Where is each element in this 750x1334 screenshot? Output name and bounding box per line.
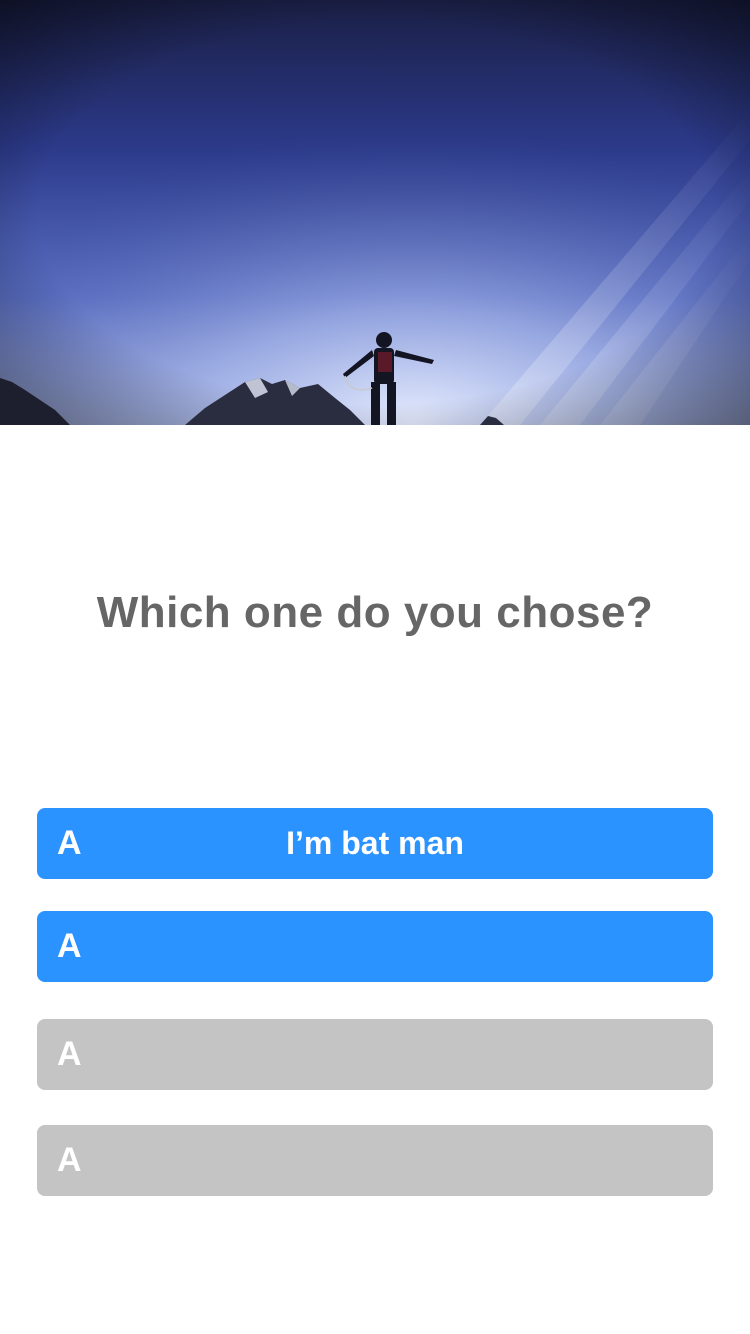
- question-text: Which one do you chose?: [96, 588, 654, 637]
- quiz-page: Which one do you chose? I’m bat man A A …: [0, 0, 750, 1334]
- answer-option-1[interactable]: I’m bat man A: [37, 808, 713, 879]
- answer-option-2[interactable]: A: [37, 911, 713, 982]
- answer-option-4[interactable]: A: [37, 1125, 713, 1196]
- answer-option-4-letter: A: [57, 1141, 82, 1179]
- hero-image: [0, 0, 750, 425]
- answer-option-3[interactable]: A: [37, 1019, 713, 1090]
- answer-option-3-letter: A: [57, 1035, 82, 1073]
- answer-option-2-letter: A: [57, 927, 82, 965]
- answer-option-1-letter: A: [57, 824, 82, 862]
- answer-option-1-label: I’m bat man: [286, 825, 464, 861]
